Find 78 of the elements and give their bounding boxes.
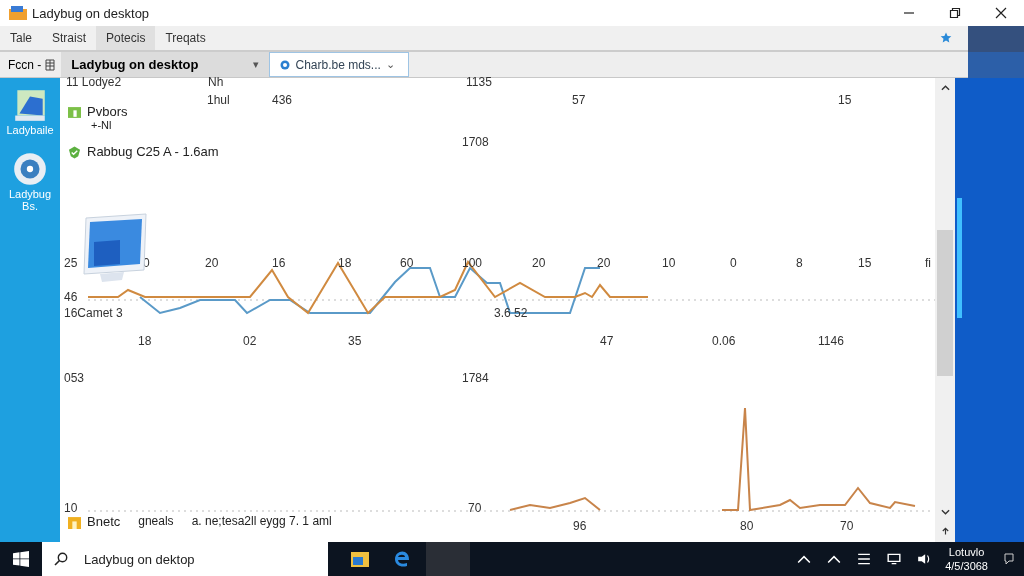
value-label: 46: [64, 289, 78, 305]
item-label: Rabbug C25 A - 1.6am: [87, 144, 219, 159]
value-label: 0: [143, 255, 150, 271]
value-label: 16: [272, 255, 286, 271]
item-label: Pvbors: [87, 104, 128, 119]
value-label: 8: [796, 255, 803, 271]
shield-icon: [68, 146, 81, 159]
speaker-icon[interactable]: [917, 553, 932, 565]
clock-time[interactable]: Lotuvlo: [948, 545, 985, 559]
clock-date[interactable]: 4/5/3068: [945, 559, 988, 573]
value-label: 100: [462, 255, 483, 271]
menu-item[interactable]: Potecis: [96, 26, 156, 50]
window-title: Ladybug on desktop: [32, 5, 150, 21]
scrollbar-thumb[interactable]: [937, 230, 953, 376]
package-icon: [68, 516, 81, 529]
list-icon[interactable]: [857, 553, 872, 565]
value-label: 20: [597, 255, 611, 271]
value-label: 18: [338, 255, 352, 271]
item-label: Bnetc: [87, 514, 121, 529]
folder-icon[interactable]: [350, 549, 370, 569]
monitor-icon[interactable]: [887, 553, 902, 565]
item-subtitle: +-Nl: [90, 119, 113, 131]
value-label: 70: [840, 518, 854, 534]
tab[interactable]: Ladybug on desktop ▾: [61, 52, 270, 77]
value-label: fi: [925, 255, 931, 271]
grid-icon[interactable]: [45, 58, 56, 71]
monitor-icon: [80, 212, 150, 284]
value-label: 15: [838, 92, 852, 108]
folder-icon: [68, 106, 81, 119]
menu-item[interactable]: Straist: [42, 26, 97, 50]
value-label: 053: [64, 370, 85, 386]
value-label: 0: [730, 255, 737, 271]
value-label: 15: [858, 255, 872, 271]
close-icon[interactable]: [995, 7, 1007, 19]
value-label: 57: [572, 92, 586, 108]
arrow-up-icon[interactable]: [940, 526, 950, 536]
view-dropdown[interactable]: Fccn -: [0, 52, 44, 77]
value-label: 02: [243, 333, 257, 349]
value-label: 11 Lodye2: [66, 74, 122, 90]
value-label: 80: [740, 518, 754, 534]
chevron-up-icon[interactable]: [797, 553, 812, 565]
value-label: 0.06: [712, 333, 736, 349]
value-label: 18: [138, 333, 152, 349]
tab[interactable]: Charb.be mds... ⌄: [269, 52, 410, 77]
value-label: 1hul: [207, 92, 230, 108]
chevron-up-icon[interactable]: [827, 553, 842, 565]
scroll-down-icon[interactable]: [940, 508, 950, 516]
search-field[interactable]: Ladybug on dektop: [42, 542, 328, 576]
notification-icon[interactable]: [1002, 553, 1016, 565]
value-label: 20: [205, 255, 219, 271]
value-label: 47: [600, 333, 614, 349]
star-icon[interactable]: [940, 32, 952, 44]
value-label: 1708: [462, 134, 489, 150]
value-label: 1146: [818, 333, 844, 349]
restore-icon[interactable]: [949, 7, 961, 19]
app-icon: [8, 5, 28, 21]
start-icon[interactable]: [13, 551, 29, 567]
search-icon[interactable]: [54, 552, 68, 566]
value-label: 1135: [466, 74, 492, 90]
menu-item[interactable]: Tale: [0, 26, 42, 50]
value-label: 20: [532, 255, 546, 271]
value-label: Nh: [208, 74, 224, 90]
item-detail: a. ne;tesa2ll eygg 7. 1 aml: [191, 514, 332, 529]
value-label: 10: [662, 255, 676, 271]
value-label: 96: [573, 518, 587, 534]
value-label: 60: [400, 255, 414, 271]
value-label: 436: [272, 92, 293, 108]
menu-item[interactable]: Treqats: [155, 26, 216, 50]
value-label: 35: [348, 333, 362, 349]
value-label: 25: [64, 255, 78, 271]
value-label: 16Camet 3: [64, 305, 123, 321]
value-label: 10: [64, 500, 78, 516]
browser-icon[interactable]: [392, 549, 412, 569]
scroll-up-icon[interactable]: [940, 84, 950, 92]
value-label: 70: [468, 500, 482, 516]
circle-icon: [280, 59, 291, 70]
value-label: 1784: [462, 370, 489, 386]
item-detail: gneals: [138, 514, 174, 529]
